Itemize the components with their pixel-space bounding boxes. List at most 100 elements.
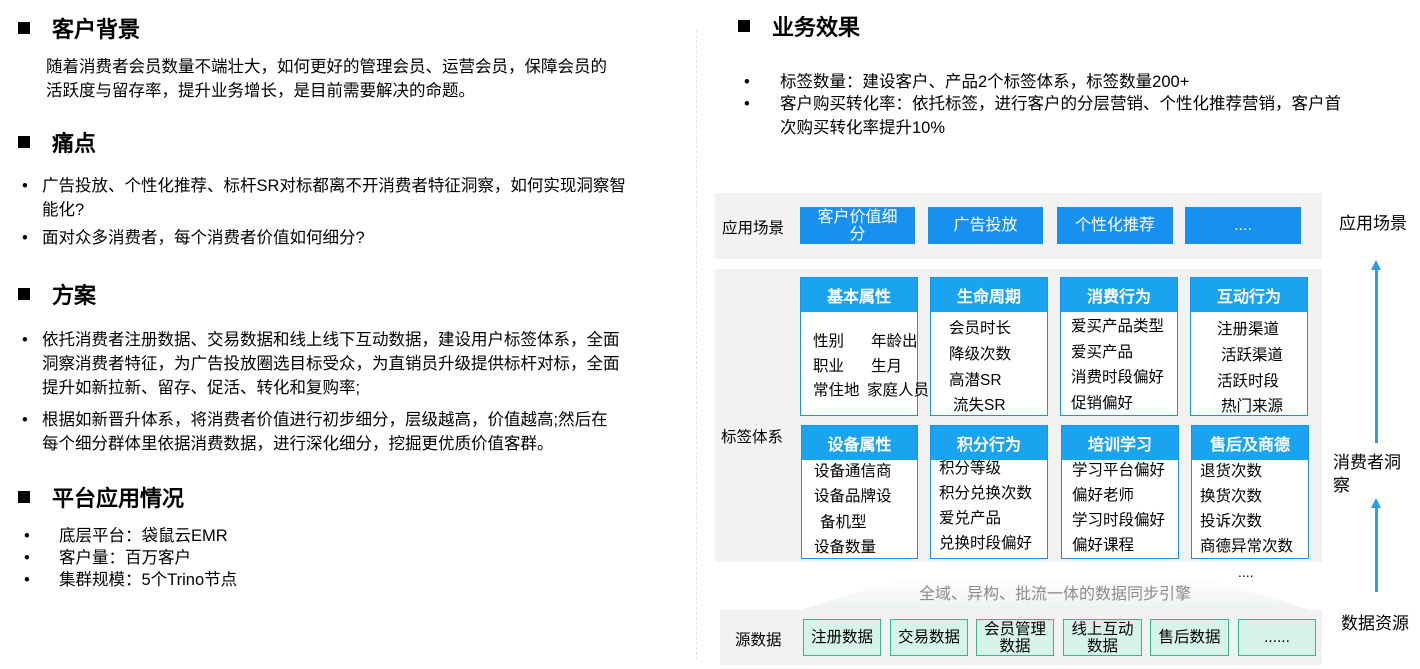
left-column: 客户背景 随着消费者会员数量不端壮大，如何更好的管理会员、运营会员，保障会员的 … bbox=[0, 0, 700, 669]
source-more[interactable]: ...... bbox=[1238, 619, 1316, 656]
platform-item: • 底层平台：袋鼠云EMR bbox=[24, 524, 624, 548]
card-item: 爱买产品类型 bbox=[1071, 318, 1165, 335]
card-title: 基本属性 bbox=[801, 278, 917, 312]
background-text: 随着消费者会员数量不端壮大，如何更好的管理会员、运营会员，保障会员的 活跃度与留… bbox=[46, 58, 607, 100]
background-title: 客户背景 bbox=[18, 12, 140, 44]
source-transaction[interactable]: 交易数据 bbox=[890, 619, 968, 656]
card-item: 爱兑产品 bbox=[939, 510, 1002, 527]
arrow-line bbox=[1375, 506, 1378, 592]
square-bullet-icon bbox=[18, 491, 30, 503]
card-item: 促销偏好 bbox=[1071, 395, 1134, 412]
card-item: 商德异常次数 bbox=[1200, 538, 1294, 555]
source-aftersales[interactable]: 售后数据 bbox=[1150, 619, 1229, 656]
engine-label: 全域、异构、批流一体的数据同步引擎 bbox=[918, 586, 1191, 603]
card-item: 偏好老师 bbox=[1072, 487, 1135, 504]
card-item: 学习时段偏好 bbox=[1072, 512, 1166, 529]
arrow-line bbox=[1375, 268, 1378, 443]
card-item: 投诉次数 bbox=[1200, 513, 1263, 530]
card-item: 积分等级 bbox=[939, 460, 1002, 477]
effect-item: • 标签数量：建设客户、产品2个标签体系，标签数量200+ bbox=[744, 70, 1420, 94]
card-item: 设备通信商 bbox=[814, 463, 892, 480]
effect-title: 业务效果 bbox=[738, 10, 860, 42]
bullet-dot-icon: • bbox=[24, 527, 30, 545]
plan-title: 方案 bbox=[18, 278, 96, 310]
card-title: 生命周期 bbox=[931, 278, 1047, 312]
scene-more[interactable]: .... bbox=[1185, 207, 1301, 244]
card-item: 活跃时段 bbox=[1217, 373, 1280, 390]
card-item: 性别 bbox=[813, 333, 845, 350]
square-bullet-icon bbox=[18, 288, 30, 300]
pain-item: • 广告投放、个性化推荐、标杆SR对标都离不开消费者特征洞察，如何实现洞察智 能… bbox=[22, 174, 702, 222]
card-item: 职业 bbox=[813, 358, 845, 375]
card-item: 消费时段偏好 bbox=[1071, 369, 1165, 386]
card-item: 常住地 bbox=[813, 382, 860, 399]
tag-card-device[interactable]: 设备属性 设备通信商 设备品牌设 备机型 设备数量 bbox=[801, 425, 918, 559]
source-member[interactable]: 会员管理 数据 bbox=[976, 619, 1054, 656]
side-label-insight: 消费者洞 察 bbox=[1333, 453, 1401, 495]
pain-item: • 面对众多消费者，每个消费者价值如何细分? bbox=[22, 226, 702, 250]
square-bullet-icon bbox=[18, 22, 30, 34]
plan-item: • 根据如新晋升体系，将消费者价值进行初步细分，层级越高，价值越高;然后在 每个… bbox=[22, 408, 702, 456]
card-title: 消费行为 bbox=[1061, 278, 1177, 312]
square-bullet-icon bbox=[738, 20, 750, 32]
scene-row-label: 应用场景 bbox=[722, 220, 785, 237]
bullet-dot-icon: • bbox=[22, 229, 28, 247]
square-bullet-icon bbox=[18, 136, 30, 148]
source-online-interaction[interactable]: 线上互动 数据 bbox=[1063, 619, 1142, 656]
card-title: 培训学习 bbox=[1062, 426, 1178, 460]
bullet-dot-icon: • bbox=[22, 177, 28, 195]
tag-card-aftersales[interactable]: 售后及商德 退货次数 换货次数 投诉次数 商德异常次数 bbox=[1191, 425, 1309, 559]
tag-card-consumption[interactable]: 消费行为 爱买产品类型 爱买产品 消费时段偏好 促销偏好 bbox=[1060, 277, 1178, 416]
card-item: 兑换时段偏好 bbox=[939, 535, 1033, 552]
tag-card-interaction[interactable]: 互动行为 注册渠道 活跃渠道 活跃时段 热门来源 bbox=[1190, 277, 1308, 416]
platform-item: • 集群规模：5个Trino节点 bbox=[24, 568, 624, 592]
card-item: 积分兑换次数 bbox=[939, 485, 1033, 502]
platform-item: • 客户量：百万客户 bbox=[24, 546, 624, 570]
card-item: 热门来源 bbox=[1221, 398, 1284, 415]
card-item: 设备品牌设 bbox=[814, 488, 892, 505]
card-item: 家庭人员 bbox=[867, 382, 930, 399]
tag-card-basic[interactable]: 基本属性 性别 年龄出 职业 生月 常住地 家庭人员 bbox=[800, 277, 929, 416]
bullet-dot-icon: • bbox=[24, 571, 30, 589]
card-title: 积分行为 bbox=[931, 426, 1047, 460]
scene-customer-value[interactable]: 客户价值细分 bbox=[800, 207, 915, 244]
card-item: 退货次数 bbox=[1200, 463, 1263, 480]
bullet-dot-icon: • bbox=[744, 95, 750, 113]
card-item: 爱买产品 bbox=[1071, 344, 1134, 361]
more-tags-ellipsis: .... bbox=[1238, 564, 1254, 580]
bullet-dot-icon: • bbox=[744, 73, 750, 91]
tag-row-label: 标签体系 bbox=[721, 429, 784, 446]
card-item: 会员时长 bbox=[949, 320, 1012, 337]
platform-title: 平台应用情况 bbox=[18, 481, 184, 513]
tag-card-points[interactable]: 积分行为 积分等级 积分兑换次数 爱兑产品 兑换时段偏好 bbox=[930, 425, 1048, 559]
tag-card-lifecycle[interactable]: 生命周期 会员时长 降级次数 高潜SR 流失SR bbox=[930, 277, 1048, 416]
source-register[interactable]: 注册数据 bbox=[803, 619, 881, 656]
card-item: 生月 bbox=[871, 358, 903, 375]
effect-item: • 客户购买转化率：依托标签，进行客户的分层营销、个性化推荐营销，客户首 次购买… bbox=[744, 92, 1420, 140]
side-label-data: 数据资源 bbox=[1341, 614, 1409, 633]
source-row-label: 源数据 bbox=[735, 632, 782, 649]
card-item: 备机型 bbox=[820, 514, 867, 531]
card-title: 设备属性 bbox=[802, 426, 917, 460]
pain-title: 痛点 bbox=[18, 126, 96, 158]
card-title: 售后及商德 bbox=[1192, 426, 1308, 460]
side-label-scene: 应用场景 bbox=[1339, 214, 1407, 233]
tag-card-training[interactable]: 培训学习 学习平台偏好 偏好老师 学习时段偏好 偏好课程 bbox=[1061, 425, 1179, 559]
card-item: 学习平台偏好 bbox=[1072, 462, 1166, 479]
card-item: 活跃渠道 bbox=[1221, 347, 1284, 364]
card-item: 高潜SR bbox=[949, 372, 1002, 389]
column-divider bbox=[696, 30, 697, 660]
bullet-dot-icon: • bbox=[22, 411, 28, 429]
card-item: 偏好课程 bbox=[1072, 537, 1135, 554]
card-item: 换货次数 bbox=[1200, 488, 1263, 505]
bullet-dot-icon: • bbox=[24, 549, 30, 567]
scene-ad-delivery[interactable]: 广告投放 bbox=[928, 207, 1043, 244]
bullet-dot-icon: • bbox=[22, 331, 28, 349]
card-item: 设备数量 bbox=[814, 539, 877, 556]
plan-item: • 依托消费者注册数据、交易数据和线上线下互动数据，建设用户标签体系，全面 洞察… bbox=[22, 328, 702, 400]
card-item: 流失SR bbox=[953, 397, 1006, 414]
scene-personalized-recommendation[interactable]: 个性化推荐 bbox=[1057, 207, 1173, 244]
card-item: 年龄出 bbox=[871, 333, 918, 350]
card-item: 降级次数 bbox=[949, 346, 1012, 363]
card-item: 注册渠道 bbox=[1217, 321, 1280, 338]
